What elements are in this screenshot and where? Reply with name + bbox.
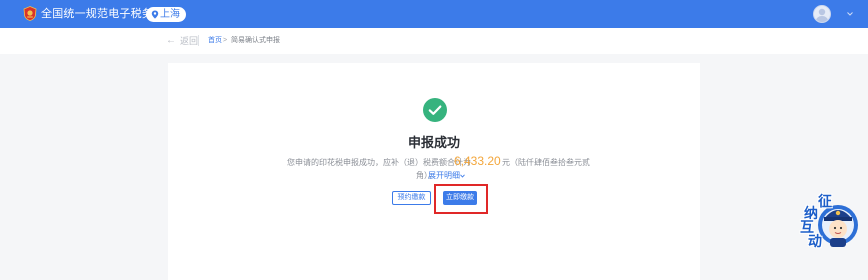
top-navigation-bar: 全国统一规范电子税务局 上海 (0, 0, 868, 28)
breadcrumb-current: 简易确认式申报 (231, 37, 280, 44)
highlight-box (434, 184, 488, 214)
breadcrumb-home-link[interactable]: 首页 (208, 36, 222, 46)
assistant-char: 互 (800, 220, 814, 236)
tax-emblem-logo[interactable] (23, 6, 37, 21)
result-message: 您申请的印花税申报成功，应补（退）税费额合计为 (287, 158, 471, 167)
chevron-down-icon[interactable] (460, 174, 465, 178)
assistant-char: 纳 (804, 206, 818, 222)
expand-details-link[interactable]: 展开明细 (428, 170, 460, 181)
schedule-payment-button[interactable]: 预约缴款 (392, 191, 431, 205)
divider (198, 35, 199, 46)
result-title: 申报成功 (407, 135, 460, 150)
tax-assistant-widget[interactable]: 征 纳 互 动 (800, 193, 864, 253)
result-message-suffix: 元（陆仟肆佰叁拾叁元贰 (502, 158, 590, 167)
chevron-down-icon[interactable] (847, 12, 853, 16)
breadcrumb-separator: > (223, 37, 228, 44)
location-pin-icon (151, 10, 159, 19)
back-link[interactable]: 返回 (180, 36, 198, 46)
assistant-char: 动 (808, 234, 822, 250)
user-icon (815, 8, 829, 22)
back-arrow-icon[interactable]: ← (166, 36, 176, 46)
region-selector[interactable]: 上海 (146, 7, 186, 22)
region-label: 上海 (160, 9, 180, 20)
tax-amount: 6,433.20 (454, 154, 501, 168)
user-avatar[interactable] (813, 5, 831, 23)
check-circle-icon (423, 98, 447, 122)
assistant-char: 征 (818, 194, 832, 210)
breadcrumb: ← 返回 首页 > 简易确认式申报 (0, 28, 868, 54)
